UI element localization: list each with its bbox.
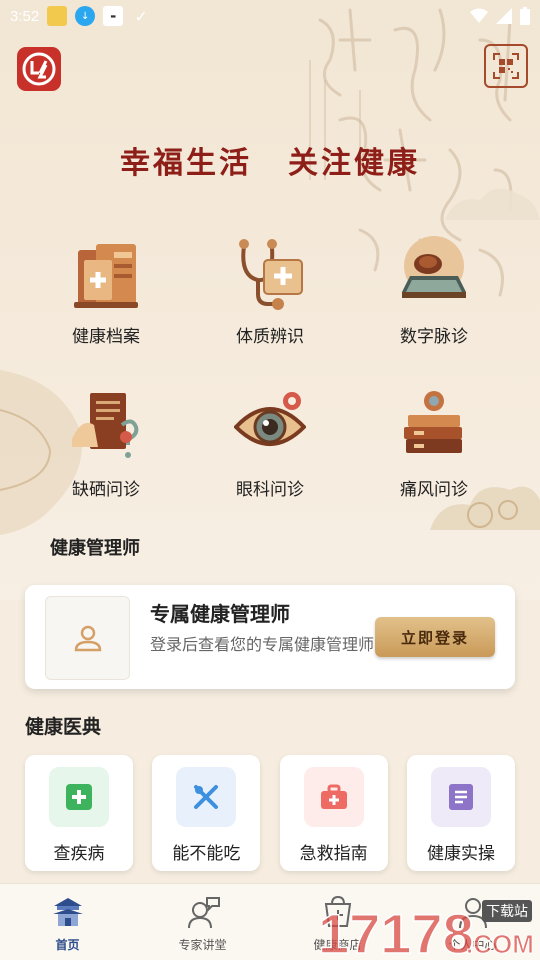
feature-gout-consult[interactable]: 痛风问诊 — [352, 385, 516, 500]
status-bar: 3:52 ↓ ▬ ✓ — [0, 0, 540, 32]
qr-scan-icon — [493, 53, 519, 79]
tab-home[interactable]: 首页 — [0, 884, 135, 960]
signal-icon — [496, 8, 512, 24]
download-icon: ↓ — [75, 6, 96, 26]
selenium-consult-icon — [72, 393, 139, 458]
watermark-tag: 下载站 — [482, 900, 532, 922]
dict-label: 能不能吃 — [172, 844, 241, 864]
app-notification-icon — [47, 6, 68, 26]
dict-label: 急救指南 — [299, 844, 368, 864]
manager-card[interactable]: 专属健康管理师 登录后查看您的专属健康管理师 立即登录 — [25, 585, 515, 689]
check-icon: ✓ — [134, 6, 148, 26]
expert-chat-icon — [187, 897, 220, 929]
slogan: 幸福生活 关注健康 — [0, 138, 540, 182]
battery-icon — [520, 7, 530, 25]
dict-label: 查疾病 — [53, 844, 105, 864]
feature-label: 眼科问诊 — [236, 480, 304, 500]
feature-label: 缺硒问诊 — [72, 480, 140, 500]
pulse-pillow-icon — [402, 236, 466, 298]
feature-label: 健康档案 — [72, 327, 140, 347]
fork-spoon-icon — [176, 767, 237, 827]
feature-label: 数字脉诊 — [400, 327, 468, 347]
user-placeholder-icon — [74, 625, 101, 652]
eye-icon — [234, 392, 306, 446]
tab-expert-lecture[interactable]: 专家讲堂 — [135, 884, 270, 960]
scan-button[interactable] — [484, 44, 528, 88]
document-icon — [430, 767, 491, 827]
dictionary-row: 查疾病 能不能吃 急救指南 健康实操 — [25, 755, 515, 871]
svg-text:17178: 17178 — [318, 902, 474, 960]
manager-section-title: 健康管理师 — [50, 538, 140, 559]
tab-label: 专家讲堂 — [178, 938, 227, 952]
dict-health-practice[interactable]: 健康实操 — [406, 755, 515, 871]
health-record-icon — [74, 244, 138, 308]
login-button[interactable]: 立即登录 — [375, 617, 495, 657]
slogan-right: 关注健康 — [288, 146, 420, 181]
status-time: 3:52 — [10, 7, 40, 25]
dict-check-disease[interactable]: 查疾病 — [25, 755, 133, 871]
feature-digital-pulse[interactable]: 数字脉诊 — [352, 232, 516, 347]
dict-can-eat[interactable]: 能不能吃 — [152, 755, 261, 871]
app-logo — [17, 47, 61, 91]
dict-first-aid[interactable]: 急救指南 — [279, 755, 388, 871]
feature-label: 痛风问诊 — [400, 480, 468, 500]
cloud-decoration-top — [445, 188, 540, 220]
manager-card-title: 专属健康管理师 — [150, 602, 290, 626]
status-right — [470, 7, 530, 25]
logo-icon — [22, 52, 56, 86]
dictionary-section-title: 健康医典 — [25, 716, 102, 738]
dict-label: 健康实操 — [426, 844, 495, 864]
feature-label: 体质辨识 — [236, 327, 304, 347]
feature-selenium-consult[interactable]: 缺硒问诊 — [24, 385, 188, 500]
slogan-left: 幸福生活 — [120, 146, 252, 181]
feature-ophthalmology[interactable]: 眼科问诊 — [188, 385, 352, 500]
feature-grid: 健康档案 体质辨识 数字脉诊 缺硒问诊 眼科问诊 痛风问诊 — [24, 232, 516, 500]
stethoscope-icon — [239, 239, 303, 310]
app-notification-icon-2: ▬ — [103, 6, 124, 26]
first-aid-kit-icon — [303, 767, 364, 827]
feature-constitution[interactable]: 体质辨识 — [188, 232, 352, 347]
plus-cross-icon — [49, 767, 109, 827]
wifi-icon — [470, 8, 488, 23]
feature-health-record[interactable]: 健康档案 — [24, 232, 188, 347]
gout-books-icon — [404, 391, 462, 453]
avatar — [45, 596, 130, 680]
svg-text:.COM: .COM — [466, 929, 534, 959]
temple-icon — [52, 898, 83, 926]
manager-card-desc: 登录后查看您的专属健康管理师 — [150, 635, 375, 654]
tab-label: 首页 — [55, 938, 80, 952]
